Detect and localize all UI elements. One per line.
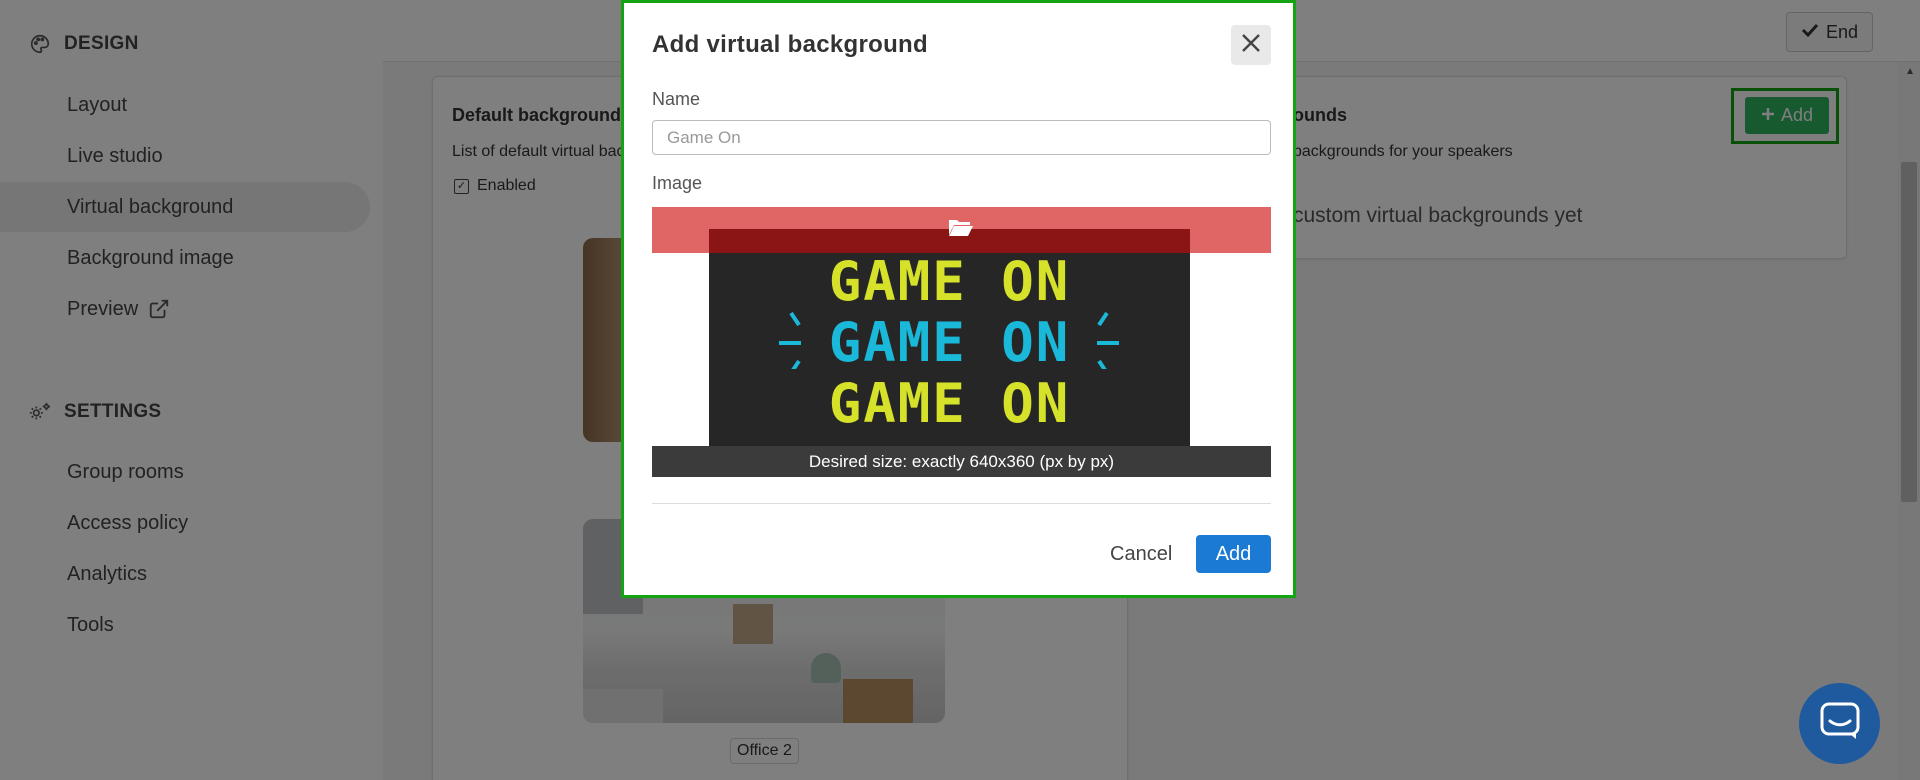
name-label: Name — [652, 89, 701, 109]
left-sparkle-icon — [779, 311, 801, 369]
folder-open-icon[interactable] — [948, 217, 974, 242]
cancel-button[interactable]: Cancel — [1110, 535, 1172, 573]
chat-launcher-button[interactable] — [1799, 683, 1880, 764]
desired-size-hint: Desired size: exactly 640x360 (px by px) — [652, 446, 1271, 477]
preview-line-1: GAME ON — [828, 250, 1071, 313]
chat-icon — [1819, 701, 1861, 746]
close-button[interactable] — [1231, 25, 1271, 65]
close-icon — [1241, 33, 1261, 58]
modal-title: Add virtual background — [652, 31, 928, 58]
modal-divider — [652, 503, 1271, 504]
preview-line-3: GAME ON — [828, 372, 1071, 435]
add-virtual-background-modal: Add virtual background Name Image GAME O… — [621, 0, 1296, 598]
image-preview: GAME ON GAME ON GAME ON — [709, 229, 1190, 449]
modal-add-button[interactable]: Add — [1196, 535, 1271, 573]
right-sparkle-icon — [1097, 311, 1119, 369]
image-label: Image — [652, 173, 703, 193]
name-input[interactable] — [652, 120, 1271, 155]
